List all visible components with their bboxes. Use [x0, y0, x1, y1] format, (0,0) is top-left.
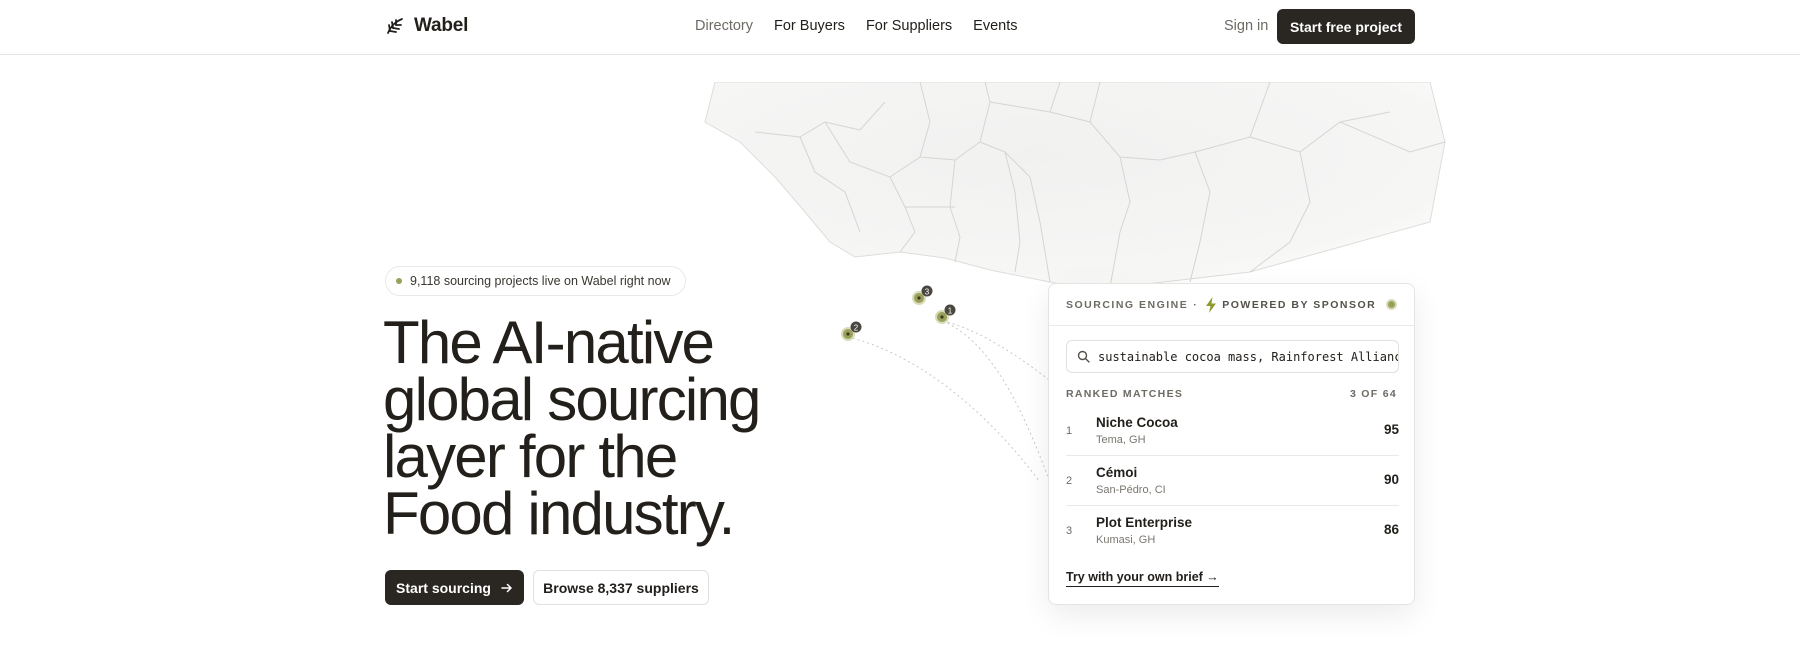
- results-list: 1 Niche Cocoa Tema, GH 95 2 Cémoi San-Pé…: [1066, 406, 1399, 556]
- engine-label: SOURCING ENGINE: [1066, 298, 1189, 311]
- main-nav: Directory For Buyers For Suppliers Event…: [695, 18, 1018, 34]
- hero-headline: The AI-native global sourcing layer for …: [383, 309, 823, 547]
- result-name: Plot Enterprise: [1096, 515, 1193, 530]
- sourcing-engine-card: SOURCING ENGINE · POWERED BY SPONSOR sus…: [1048, 283, 1415, 605]
- nav-link-events[interactable]: Events: [973, 18, 1017, 34]
- result-name: Cémoi: [1096, 465, 1138, 480]
- nav-link-for-suppliers[interactable]: For Suppliers: [866, 18, 952, 34]
- card-header: SOURCING ENGINE · POWERED BY SPONSOR: [1049, 284, 1414, 326]
- result-rank: 3: [1066, 525, 1073, 537]
- try-own-brief-link[interactable]: Try with your own brief →: [1066, 570, 1219, 587]
- result-score: 95: [1383, 422, 1399, 437]
- nav-link-directory[interactable]: Directory: [695, 18, 753, 34]
- map-marker-2-label: 2: [854, 324, 859, 333]
- sign-in-link[interactable]: Sign in: [1224, 18, 1268, 34]
- start-free-project-button[interactable]: Start free project: [1277, 9, 1415, 44]
- headline-line-3: layer for the: [383, 423, 678, 490]
- live-dot-icon: [396, 278, 402, 284]
- start-sourcing-label: Start sourcing: [396, 579, 491, 596]
- map-marker-3-label: 3: [925, 288, 930, 297]
- result-row[interactable]: 1 Niche Cocoa Tema, GH 95: [1066, 406, 1399, 456]
- start-sourcing-button[interactable]: Start sourcing: [385, 570, 524, 605]
- result-location: Kumasi, GH: [1096, 534, 1156, 546]
- arrow-right-icon: [501, 583, 512, 592]
- result-name: Niche Cocoa: [1096, 415, 1178, 430]
- nav-link-for-buyers[interactable]: For Buyers: [774, 18, 845, 34]
- result-location: San-Pédro, CI: [1096, 484, 1166, 496]
- result-score: 90: [1383, 472, 1399, 487]
- wabel-logo-icon: [387, 18, 403, 34]
- header-separator: ·: [1193, 298, 1199, 311]
- result-row[interactable]: 3 Plot Enterprise Kumasi, GH 86: [1066, 506, 1399, 556]
- badge-text: 9,118 sourcing projects live on Wabel ri…: [410, 274, 671, 288]
- result-location: Tema, GH: [1096, 434, 1146, 446]
- map-marker-1-label: 1: [948, 307, 953, 316]
- headline-line-1: The AI-native: [383, 309, 715, 376]
- result-score: 86: [1383, 522, 1399, 537]
- sponsor-label: POWERED BY SPONSOR: [1222, 298, 1377, 311]
- lightning-bolt-icon: [1206, 296, 1217, 313]
- result-row[interactable]: 2 Cémoi San-Pédro, CI 90: [1066, 456, 1399, 506]
- ranked-matches-label: RANKED MATCHES: [1066, 388, 1184, 400]
- brief-search-input[interactable]: sustainable cocoa mass, Rainforest Allia…: [1066, 340, 1399, 373]
- result-rank: 1: [1066, 425, 1073, 437]
- browse-suppliers-button[interactable]: Browse 8,337 suppliers: [533, 570, 709, 605]
- result-rank: 2: [1066, 475, 1073, 487]
- map-marker-1[interactable]: 1: [935, 304, 956, 324]
- headline-line-2: global sourcing: [383, 366, 761, 433]
- brand-name: Wabel: [414, 15, 469, 36]
- search-icon: [1077, 350, 1090, 363]
- map-marker-2[interactable]: 2: [841, 321, 862, 341]
- status-indicator-icon: [1386, 299, 1397, 310]
- live-projects-badge: 9,118 sourcing projects live on Wabel ri…: [385, 266, 686, 296]
- top-navigation: Wabel Directory For Buyers For Suppliers…: [0, 0, 1800, 55]
- map-marker-3[interactable]: 3: [912, 285, 933, 305]
- search-query-text: sustainable cocoa mass, Rainforest Allia…: [1098, 349, 1399, 364]
- ranked-matches-count: 3 OF 64: [1349, 388, 1397, 400]
- headline-line-4: Food industry.: [383, 480, 735, 547]
- brand-logo[interactable]: Wabel: [385, 15, 468, 37]
